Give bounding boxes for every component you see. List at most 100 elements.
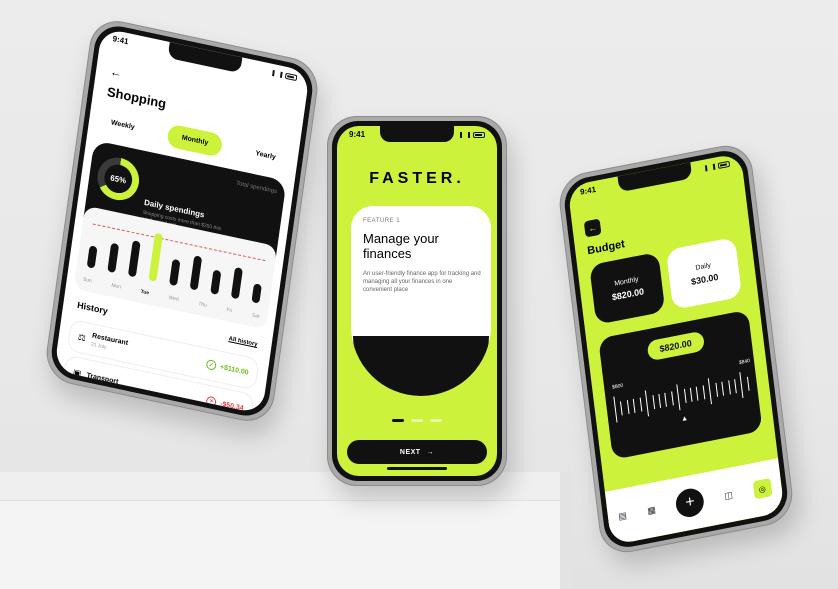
shopping-screen: 9:41 ← Shopping Weekly Monthly Yearly 65… <box>53 27 311 415</box>
ruler-tick <box>702 385 706 400</box>
chart-day-label[interactable]: Tue <box>140 289 149 297</box>
feature-heading: Manage your finances <box>363 231 439 261</box>
wallet-icon[interactable]: ▤ <box>618 510 628 523</box>
page-indicator <box>337 419 497 422</box>
chart-day-label[interactable]: Sat <box>252 312 260 320</box>
daily-budget-card[interactable]: Daily $30.00 <box>665 236 743 310</box>
ruler-tick <box>683 388 687 404</box>
tab-yearly[interactable]: Yearly <box>244 142 286 169</box>
back-arrow-icon[interactable]: ← <box>109 64 123 80</box>
phone-shopping: 9:41 ← Shopping Weekly Monthly Yearly 65… <box>42 15 322 427</box>
signal-icon <box>704 163 716 172</box>
onboarding-screen: 9:41 FASTER. FEATURE 1 Manage your finan… <box>337 126 497 476</box>
chart-bar <box>86 245 98 269</box>
donut-percent: 65% <box>109 172 127 186</box>
ruler-tick <box>670 391 674 406</box>
battery-icon <box>717 160 731 169</box>
ruler-tick <box>644 390 650 417</box>
row-name: Transport <box>86 371 119 386</box>
page-title: Budget <box>586 238 626 258</box>
page-dot[interactable] <box>411 419 423 422</box>
home-indicator <box>387 467 447 470</box>
monthly-budget-card[interactable]: Monthly $820.00 <box>589 251 666 325</box>
history-title: History <box>76 299 109 317</box>
ruler-tick <box>696 386 699 401</box>
settings-icon[interactable]: ◎ <box>752 478 773 500</box>
ruler-tick <box>746 376 750 391</box>
next-label: NEXT <box>399 448 421 456</box>
feature-label: FEATURE 1 <box>363 218 401 224</box>
page-dot[interactable] <box>430 419 442 422</box>
ruler-tick <box>664 392 668 407</box>
status-bar: 9:41 <box>580 159 731 197</box>
tab-weekly[interactable]: Weekly <box>100 111 146 139</box>
ruler-tick <box>633 398 636 413</box>
ruler-tick <box>715 382 718 397</box>
pedestal-side <box>560 472 572 589</box>
status-time: 9:41 <box>349 130 366 139</box>
page-title: Shopping <box>106 83 168 112</box>
ruler-tick <box>620 401 624 416</box>
ruler-tick <box>626 400 630 415</box>
phone-onboarding: 9:41 FASTER. FEATURE 1 Manage your finan… <box>327 116 507 486</box>
monthly-label: Monthly <box>613 275 639 288</box>
slider-pointer-icon[interactable]: ▲ <box>681 415 689 423</box>
row-amount: +$110.00 <box>219 363 250 377</box>
ruler-tick <box>734 379 737 394</box>
chart-bar <box>251 283 262 304</box>
ruler-tick <box>708 378 713 405</box>
slider-value: $820.00 <box>646 330 705 362</box>
ruler-tick <box>739 371 744 398</box>
total-spendings-label: Total spendings <box>235 180 278 196</box>
chart-day-label[interactable]: Mon <box>111 283 121 291</box>
plus-icon[interactable]: + <box>674 486 706 520</box>
all-history-link[interactable]: All history <box>228 336 258 348</box>
brand-logo: FASTER. <box>369 170 465 187</box>
ruler-tick <box>689 387 693 402</box>
ruler-tick <box>658 393 662 408</box>
chart-day-label[interactable]: Fri <box>226 307 233 314</box>
feature-illustration <box>353 336 489 396</box>
tab-monthly[interactable]: Monthly <box>166 123 224 158</box>
transport-icon: ▣ <box>72 366 83 379</box>
pedestal-front <box>0 500 560 589</box>
back-arrow-icon[interactable]: ← <box>583 218 602 238</box>
budget-slider-card: $820.00 $800 $840 ▲ <box>598 309 763 460</box>
status-time: 9:41 <box>112 34 130 47</box>
chart-bar <box>230 266 243 300</box>
daily-label: Daily <box>695 261 712 272</box>
signal-icon <box>272 69 283 78</box>
ruler-tick <box>721 381 725 396</box>
chat-icon[interactable]: ◫ <box>724 489 734 502</box>
chart-bar <box>107 242 120 274</box>
chart-day-label[interactable]: Sun <box>82 277 92 285</box>
page-dot[interactable] <box>392 419 404 422</box>
arrow-right-icon: → <box>426 448 435 456</box>
ruler-tick <box>639 397 643 412</box>
chart-bar <box>189 255 203 291</box>
grid-icon[interactable]: ▦ <box>647 504 657 517</box>
chart-day-label[interactable]: Wed <box>168 295 179 303</box>
next-button[interactable]: NEXT → <box>347 440 487 464</box>
status-time: 9:41 <box>579 184 597 197</box>
chart-bar <box>210 269 222 295</box>
status-bar: 9:41 <box>112 34 298 82</box>
chart-bar <box>169 258 181 287</box>
battery-icon <box>473 131 485 138</box>
status-bar: 9:41 <box>349 130 485 139</box>
budget-screen: 9:41 ← Budget Monthly $820.00 Daily $30.… <box>567 152 785 546</box>
row-amount: -$50.34 <box>219 400 244 412</box>
phone-budget: 9:41 ← Budget Monthly $820.00 Daily $30.… <box>556 140 796 558</box>
ruler-tick <box>651 395 655 410</box>
slider-min-label: $800 <box>611 382 624 391</box>
chart-bar <box>148 232 163 282</box>
cross-icon: × <box>205 395 217 408</box>
check-icon: ✓ <box>205 358 217 371</box>
daily-value: $30.00 <box>690 271 719 287</box>
feature-card: FEATURE 1 Manage your finances An user-f… <box>351 206 491 396</box>
slider-max-label: $840 <box>738 358 751 367</box>
ruler-tick <box>676 384 681 411</box>
chart-day-label[interactable]: Thu <box>198 301 207 309</box>
battery-icon <box>284 72 298 81</box>
ruler-tick <box>613 396 618 423</box>
